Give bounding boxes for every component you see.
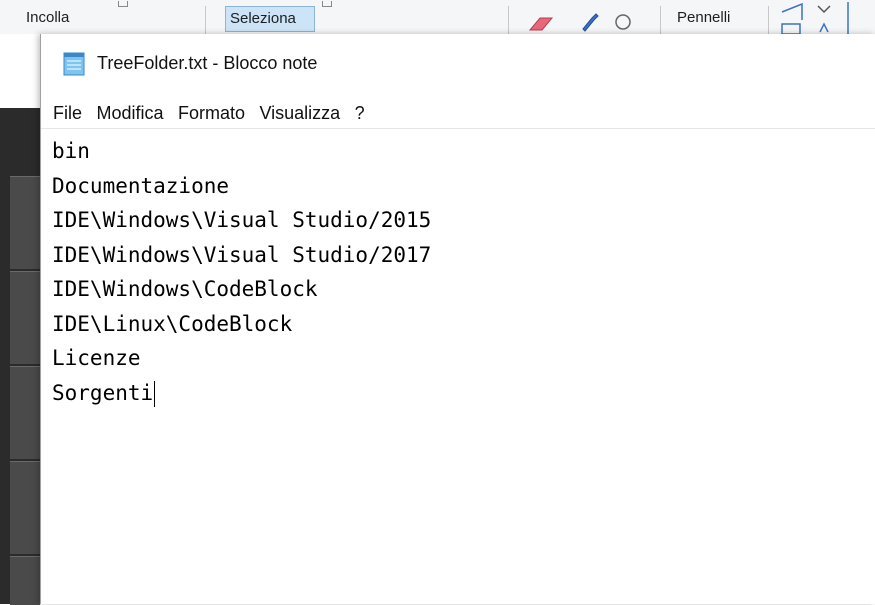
color-picker-icon[interactable]	[580, 10, 600, 32]
menu-formato[interactable]: Formato	[177, 98, 246, 128]
ribbon-separator	[205, 6, 206, 34]
menu-help[interactable]: ?	[354, 98, 366, 128]
menu-visualizza[interactable]: Visualizza	[258, 98, 341, 128]
background-pane	[10, 271, 40, 364]
ribbon-dropdown-indicator	[322, 1, 332, 7]
text-line: Licenze	[52, 346, 141, 370]
eraser-icon[interactable]	[528, 12, 554, 32]
ribbon-separator	[660, 6, 661, 34]
menu-list: File Modifica Formato Visualizza ?	[52, 98, 374, 128]
text-line: bin	[52, 139, 90, 163]
ribbon-dropdown-indicator	[118, 1, 128, 7]
text-line: IDE\Windows\CodeBlock	[52, 277, 318, 301]
text-line-content: Sorgenti	[52, 380, 154, 405]
notepad-window: TreeFolder.txt - Blocco note File Modifi…	[40, 34, 875, 604]
background-pane	[10, 461, 40, 554]
background-pane	[10, 556, 40, 605]
text-line: IDE\Linux\CodeBlock	[52, 311, 293, 336]
notepad-icon	[63, 52, 85, 76]
menu-file[interactable]: File	[52, 98, 83, 128]
text-line: IDE\Windows\Visual Studio/2015	[52, 208, 432, 232]
ribbon-separator	[768, 6, 769, 34]
ribbon-separator	[508, 6, 509, 34]
menu-bar: File Modifica Formato Visualizza ?	[41, 98, 875, 129]
brushes-button[interactable]: Pennelli	[677, 9, 730, 26]
text-line: Documentazione	[52, 173, 230, 198]
shapes-icon[interactable]	[778, 0, 875, 34]
text-line-last: Sorgenti	[52, 376, 862, 411]
background-canvas-area	[0, 108, 42, 605]
text-editor[interactable]: bin Documentazione IDE\Windows\Visual St…	[52, 134, 862, 594]
magnifier-icon[interactable]	[613, 10, 635, 32]
paste-button[interactable]: Incolla	[26, 9, 69, 26]
menu-modifica[interactable]: Modifica	[95, 98, 164, 128]
select-button[interactable]: Seleziona	[225, 6, 315, 32]
text-line: IDE\Windows\Visual Studio/2017	[52, 242, 432, 267]
background-pane	[10, 366, 40, 459]
paint-ribbon: Incolla Seleziona Pennelli	[0, 0, 875, 34]
window-title: TreeFolder.txt - Blocco note	[97, 53, 318, 73]
background-pane	[10, 176, 40, 269]
text-caret	[154, 380, 156, 407]
title-bar[interactable]: TreeFolder.txt - Blocco note	[41, 34, 875, 92]
